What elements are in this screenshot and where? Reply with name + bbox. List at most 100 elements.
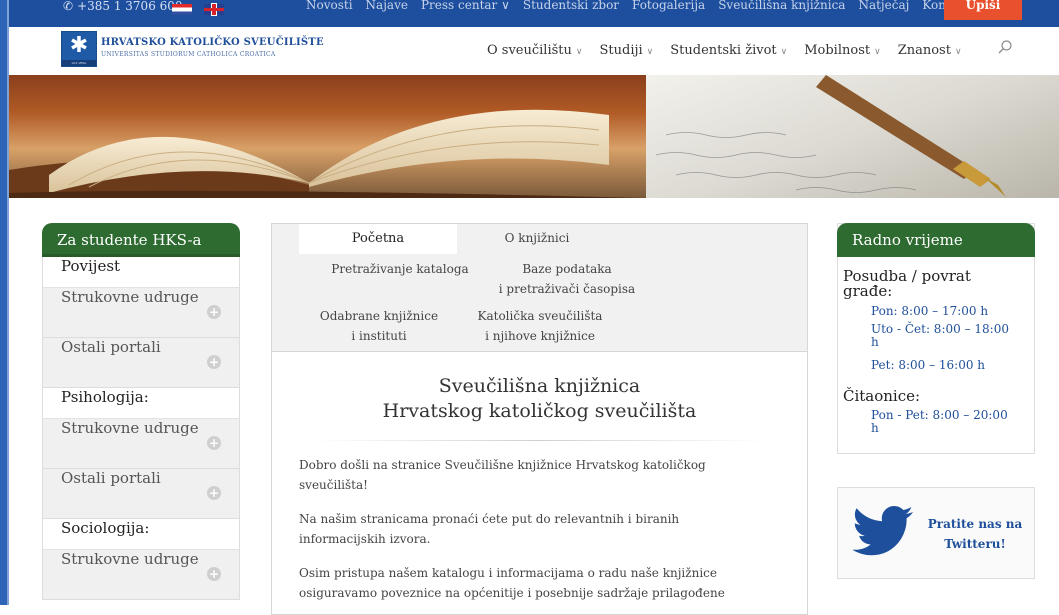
- sidebar-item-strukovne-udruge[interactable]: Strukovne udruge +: [42, 288, 240, 338]
- tab-label-line: i pretraživači časopisa: [498, 282, 636, 296]
- page-title: Sveučilišna knjižnica Hrvatskog katoličk…: [272, 374, 807, 424]
- plus-circle-icon[interactable]: +: [207, 305, 221, 319]
- english-flag-icon[interactable]: [204, 4, 224, 15]
- heading-line: građe:: [843, 282, 893, 300]
- hours-line: h: [871, 421, 879, 435]
- top-nav-sveucilisna-knjiznica[interactable]: Sveučilišna knjižnica: [718, 0, 845, 12]
- site-header: ✱ LUX VERA HRVATSKO KATOLIČKO SVEUČILIŠT…: [9, 27, 1059, 75]
- tab-label-line: i instituti: [351, 329, 407, 343]
- hours-line: Uto - Čet: 8:00 – 18:00: [871, 322, 1009, 336]
- opening-hours-title: Radno vrijeme: [837, 223, 1035, 257]
- nav-studentski-zivot[interactable]: Studentski život ∨: [670, 43, 787, 58]
- paragraph-line: Na našim stranicama pronaći ćete put do …: [299, 512, 680, 526]
- tab-label-line: Odabrane knjižnice: [319, 309, 439, 323]
- star-icon: ✱: [69, 33, 89, 58]
- page-title-line: Hrvatskog katoličkog sveučilišta: [382, 400, 697, 422]
- paragraph-line: Osim pristupa našem katalogu i informaci…: [299, 566, 717, 580]
- top-nav-novosti[interactable]: Novosti: [306, 0, 353, 12]
- upisi-button[interactable]: Upiši: [944, 0, 1022, 20]
- top-nav-natjecaj[interactable]: Natječaj: [858, 0, 909, 12]
- twitter-label-line: Twitteru!: [944, 537, 1006, 551]
- sidebar-category-povijest[interactable]: Povijest: [42, 257, 240, 288]
- chevron-down-icon: ∨: [780, 47, 788, 57]
- search-icon[interactable]: [998, 40, 1012, 54]
- logo-band-text: LUX VERA: [71, 61, 87, 65]
- chevron-down-icon: ∨: [954, 47, 962, 57]
- plus-circle-icon[interactable]: +: [207, 355, 221, 369]
- hours-fri: Pet: 8:00 – 16:00 h: [871, 358, 986, 372]
- twitter-label-line: Pratite nas na: [927, 517, 1023, 531]
- hours-mon: Pon: 8:00 – 17:00 h: [871, 304, 989, 318]
- logo-title[interactable]: HRVATSKO KATOLIČKO SVEUČILIŠTE: [101, 37, 324, 48]
- sidebar-item-label: Strukovne udruge: [61, 288, 199, 306]
- nav-label: Studentski život: [670, 43, 777, 58]
- sidebar-item-label: Strukovne udruge: [61, 419, 199, 437]
- paragraph-line: osiguravamo poveznice na općenitije i po…: [299, 586, 725, 600]
- fountain-pen-illustration: [655, 75, 1006, 197]
- reading-room-heading: Čitaonice:: [843, 387, 921, 405]
- nav-znanost[interactable]: Znanost ∨: [898, 43, 962, 58]
- top-nav: Novosti Najave Press centar ∨ Studentski…: [306, 0, 970, 12]
- sidebar-category-sociologija[interactable]: Sociologija:: [42, 519, 240, 550]
- nav-label: O sveučilištu: [487, 43, 572, 58]
- welcome-paragraph: Dobro došli na stranice Sveučilišne knji…: [299, 455, 769, 495]
- sidebar-item-ostali-portali[interactable]: Ostali portali +: [42, 338, 240, 388]
- hours-line: h: [871, 335, 879, 349]
- loan-heading: Posudba / povrat građe:: [843, 269, 971, 299]
- divider: [312, 440, 767, 441]
- tab-pretrazivanje-kataloga[interactable]: Pretraživanje kataloga: [310, 259, 490, 279]
- tab-pocetna[interactable]: Početna: [299, 224, 457, 254]
- twitter-follow-link[interactable]: Pratite nas na Twitteru!: [922, 514, 1028, 554]
- phone-number[interactable]: ✆ +385 1 3706 600: [63, 0, 183, 13]
- top-nav-najave[interactable]: Najave: [366, 0, 408, 12]
- tab-o-knjiznici[interactable]: O knjižnici: [472, 228, 602, 248]
- opening-hours-box: Radno vrijeme Posudba / povrat građe: Po…: [837, 223, 1035, 454]
- tab-label-line: i njihove knjižnice: [485, 329, 595, 343]
- sidebar-item-strukovne-udruge[interactable]: Strukovne udruge +: [42, 419, 240, 469]
- top-bar: ✆ +385 1 3706 600 Novosti Najave Press c…: [9, 0, 1059, 27]
- sidebar-category-psihologija[interactable]: Psihologija:: [42, 388, 240, 419]
- page-title-line: Sveučilišna knjižnica: [438, 375, 641, 397]
- main-nav: O sveučilištu ∨ Studiji ∨ Studentski život…: [487, 43, 979, 58]
- sidebar-item-ostali-portali[interactable]: Ostali portali +: [42, 469, 240, 519]
- tab-odabrane-knjiznice[interactable]: Odabrane knjižnice i instituti: [299, 306, 459, 346]
- twitter-box[interactable]: Pratite nas na Twitteru!: [837, 487, 1035, 579]
- croatian-flag-icon[interactable]: [172, 4, 192, 15]
- nav-studiji[interactable]: Studiji ∨: [600, 43, 654, 58]
- plus-circle-icon[interactable]: +: [207, 436, 221, 450]
- nav-mobilnost[interactable]: Mobilnost ∨: [804, 43, 880, 58]
- tab-baze-podataka[interactable]: Baze podataka i pretraživači časopisa: [482, 259, 652, 299]
- top-nav-fotogalerija[interactable]: Fotogalerija: [632, 0, 705, 12]
- phone-icon: ✆: [63, 0, 74, 13]
- twitter-bird-icon[interactable]: [852, 506, 914, 558]
- catalog-paragraph: Osim pristupa našem katalogu i informaci…: [299, 563, 769, 603]
- paragraph-line: Dobro došli na stranice Sveučilišne knji…: [299, 458, 706, 472]
- university-logo[interactable]: ✱ LUX VERA: [61, 31, 97, 67]
- chevron-down-icon: ∨: [646, 47, 654, 57]
- chevron-down-icon: ∨: [575, 47, 583, 57]
- hours-tue-thu: Uto - Čet: 8:00 – 18:00 h: [871, 323, 1026, 349]
- nav-o-sveucilistu[interactable]: O sveučilištu ∨: [487, 43, 583, 58]
- sidebar-item-strukovne-udruge[interactable]: Strukovne udruge +: [42, 550, 240, 600]
- plus-circle-icon[interactable]: +: [207, 567, 221, 581]
- chevron-down-icon: ∨: [874, 47, 881, 57]
- tab-katolicka-sveucilista[interactable]: Katolička sveučilišta i njihove knjižnic…: [465, 306, 615, 346]
- paragraph-line: informacijskih izvora.: [299, 532, 431, 546]
- sidebar-title: Za studente HKS-a: [42, 223, 240, 257]
- sidebar-item-label: Ostali portali: [61, 469, 161, 487]
- plus-circle-icon[interactable]: +: [207, 486, 221, 500]
- library-content-panel: Početna O knjižnici Pretraživanje katalo…: [271, 223, 808, 615]
- nav-label: Znanost: [897, 43, 951, 58]
- hours-reading-room: Pon - Pet: 8:00 – 20:00 h: [871, 409, 1026, 435]
- sidebar-item-label: Strukovne udruge: [61, 550, 199, 568]
- tab-label-line: Baze podataka: [522, 262, 612, 276]
- top-nav-press-centar[interactable]: Press centar ∨: [421, 0, 510, 12]
- hours-line: Pon - Pet: 8:00 – 20:00: [871, 408, 1008, 422]
- top-nav-studentski-zbor[interactable]: Studentski zbor: [523, 0, 619, 12]
- nav-label: Studiji: [599, 43, 643, 58]
- sources-paragraph: Na našim stranicama pronaći ćete put do …: [299, 509, 769, 549]
- open-book-illustration: [9, 109, 646, 198]
- hero-banner: [9, 75, 1059, 198]
- logo-band: LUX VERA: [62, 60, 96, 66]
- paragraph-line: sveučilišta!: [299, 478, 368, 492]
